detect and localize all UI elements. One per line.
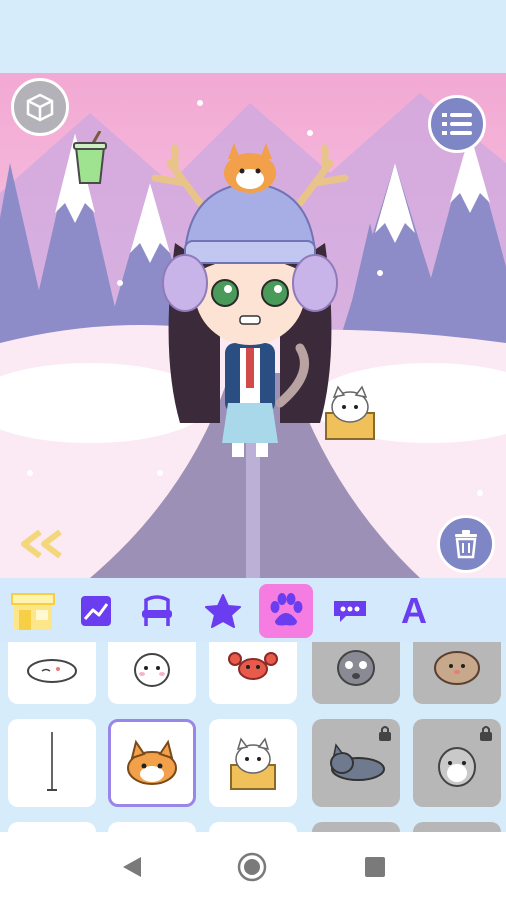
corgi-icon (127, 739, 177, 785)
item-gray-cat[interactable] (312, 642, 400, 704)
layers-menu-button[interactable] (428, 95, 486, 153)
home-circle-icon (237, 852, 267, 882)
item-row3-5[interactable] (413, 822, 501, 832)
cat-in-box-sticker[interactable] (320, 383, 380, 443)
text-icon: A (401, 590, 427, 631)
gray-cat-icon (337, 650, 375, 686)
tab-stickers[interactable] (196, 584, 250, 638)
item-red-crab[interactable] (209, 642, 297, 704)
item-row3-3[interactable] (209, 822, 297, 832)
item-white-bunny[interactable] (108, 642, 196, 704)
trash-icon (455, 530, 477, 559)
dice-icon (26, 93, 54, 122)
lock-icon (480, 726, 492, 741)
home-button[interactable] (237, 852, 267, 882)
sleeping-hamster-icon (27, 659, 77, 683)
pet-item-grid (0, 642, 506, 832)
back-triangle-icon (123, 857, 141, 877)
recents-square-icon (365, 857, 385, 877)
status-bar (0, 0, 506, 73)
list-icon (442, 113, 472, 135)
item-corgi[interactable] (108, 719, 196, 807)
collapse-double-chevron-icon[interactable] (16, 529, 66, 559)
red-crab-icon (228, 652, 278, 680)
item-sleeping-hamster[interactable] (8, 642, 96, 704)
white-bunny-icon (134, 653, 170, 687)
app-screen: A (0, 0, 506, 900)
item-cat-in-box[interactable] (209, 719, 297, 807)
paw-icon (270, 593, 303, 626)
item-hamster[interactable] (413, 719, 501, 807)
picture-icon (81, 596, 111, 626)
item-stick[interactable] (8, 719, 96, 807)
item-row3-4[interactable] (312, 822, 400, 832)
tab-speech[interactable] (323, 584, 377, 638)
tab-furniture[interactable] (130, 584, 184, 638)
brown-hedgehog-icon (434, 651, 480, 685)
shop-icon (11, 593, 55, 630)
chair-icon (142, 595, 172, 626)
speech-bubble-icon (334, 601, 366, 622)
tab-shop[interactable] (6, 584, 60, 638)
star-icon (205, 594, 241, 628)
item-row3-2[interactable] (108, 822, 196, 832)
category-tab-bar: A (0, 578, 506, 642)
system-navigation-bar (0, 832, 506, 900)
item-row3-1[interactable] (8, 822, 96, 832)
drink-cup-decoration[interactable] (70, 131, 110, 191)
lock-icon (379, 726, 391, 741)
lying-gray-cat-icon (330, 743, 385, 781)
item-lying-gray-cat[interactable] (312, 719, 400, 807)
delete-button[interactable] (437, 515, 495, 573)
dress-up-scene[interactable] (0, 73, 506, 578)
tab-text[interactable]: A (387, 584, 441, 638)
back-button[interactable] (117, 852, 147, 882)
random-button[interactable] (11, 78, 69, 136)
tab-pets[interactable] (259, 584, 313, 638)
cat-in-box-icon (230, 737, 276, 790)
tab-background[interactable] (69, 584, 123, 638)
recents-button[interactable] (360, 852, 390, 882)
hamster-icon (438, 747, 476, 787)
stick-icon (47, 732, 57, 791)
item-brown-hedgehog[interactable] (413, 642, 501, 704)
